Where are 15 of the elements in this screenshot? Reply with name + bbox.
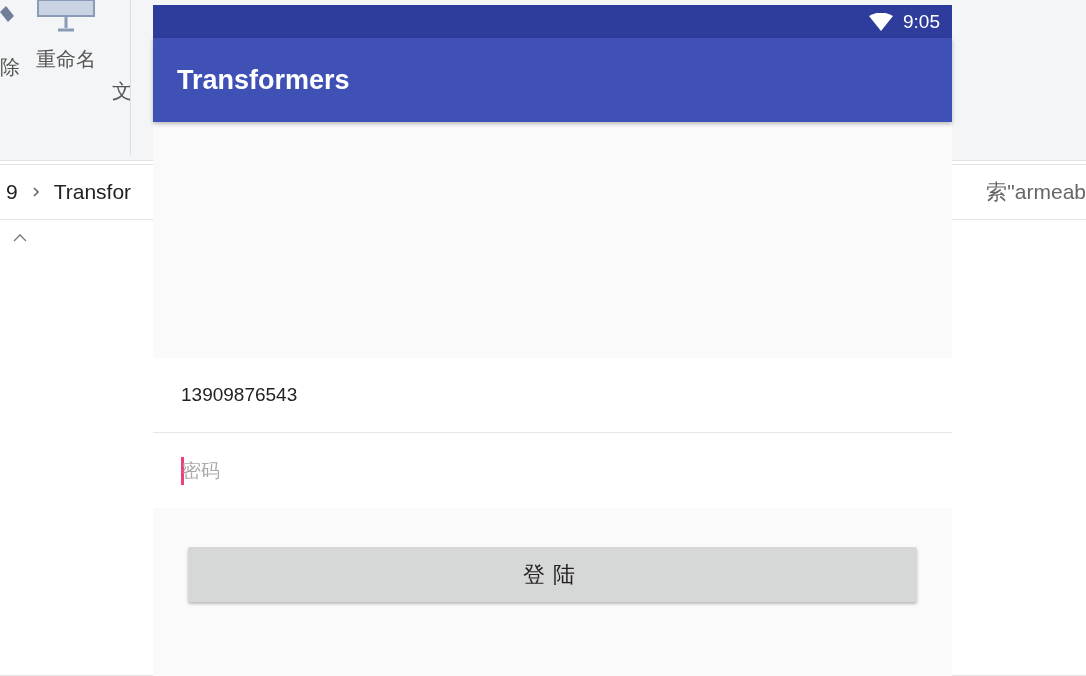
monitor-icon: [36, 0, 96, 32]
clock-time: 9:05: [903, 10, 940, 33]
ribbon-label[interactable]: 文: [112, 78, 132, 105]
app-title: Transformers: [177, 64, 350, 96]
wifi-icon: [869, 12, 893, 31]
caret-up-icon[interactable]: [13, 234, 27, 242]
phone-field[interactable]: 13909876543: [153, 358, 952, 433]
search-field[interactable]: 索"armeab: [986, 178, 1086, 206]
path-segment[interactable]: 9: [6, 180, 18, 204]
field-value: 13909876543: [181, 384, 298, 406]
login-button[interactable]: 登陆: [188, 547, 917, 602]
path-segment[interactable]: Transfor: [53, 180, 132, 204]
chevron-right-icon: [31, 186, 40, 198]
ribbon-label[interactable]: 除: [0, 54, 20, 81]
ribbon-label[interactable]: 重命名: [36, 46, 96, 73]
